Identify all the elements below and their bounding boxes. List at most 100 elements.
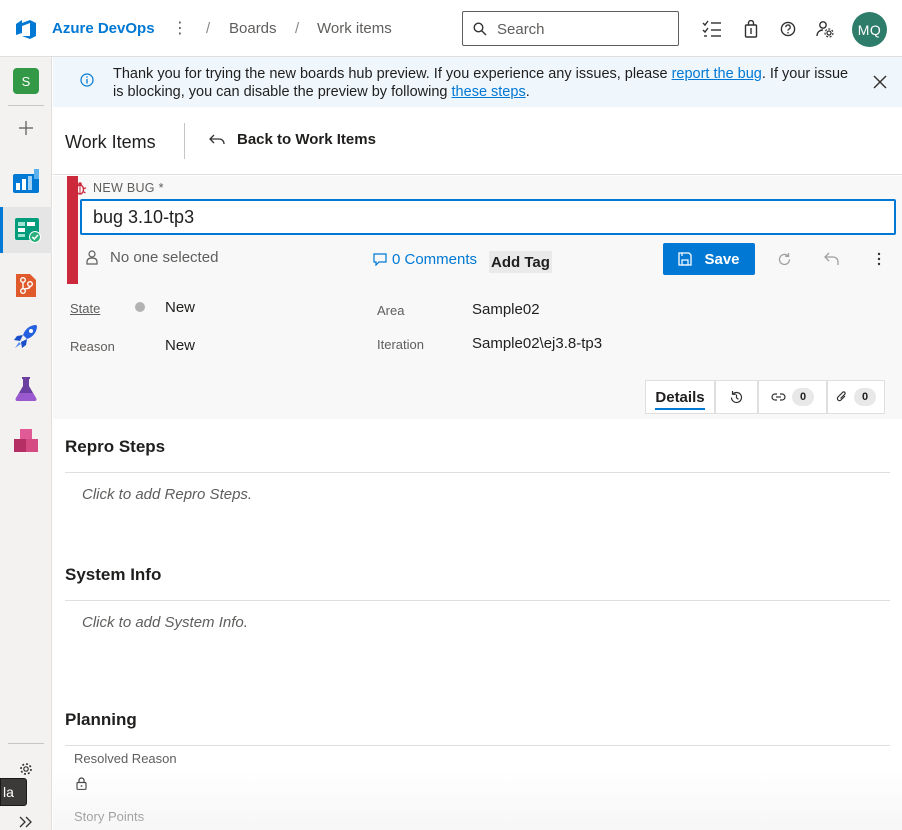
close-icon[interactable] [870,72,890,92]
task-list-icon[interactable] [701,18,723,40]
attachments-count-badge: 0 [854,388,876,406]
save-button[interactable]: Save [663,243,755,275]
breadcrumb-separator: / [206,20,211,37]
scroll-fade [53,770,902,830]
state-indicator [135,302,145,312]
marketplace-bag-icon[interactable] [740,18,762,40]
system-info-heading: System Info [65,565,162,584]
pipelines-icon [14,325,37,348]
these-steps-link[interactable]: these steps [452,84,526,100]
work-item-type: NEW BUG * [73,181,164,195]
area-label: Area [377,303,405,318]
brand-name[interactable]: Azure DevOps [52,20,155,37]
pipelines-nav-item[interactable] [0,315,52,359]
header-divider [184,123,185,159]
form-tabs: Details 0 0 [645,380,885,414]
user-avatar[interactable]: MQ [852,12,887,47]
gear-icon [20,763,32,775]
azure-devops-logo-icon[interactable] [14,17,38,41]
iteration-field[interactable]: Sample02\ej3.8-tp3 [472,335,602,352]
help-icon[interactable] [777,18,799,40]
person-icon [86,250,98,265]
tab-history[interactable] [715,380,758,414]
expand-rail-button[interactable] [0,802,52,830]
tab-details[interactable]: Details [645,380,715,414]
info-icon [80,73,94,87]
boards-nav-item[interactable] [0,207,52,253]
report-bug-link[interactable]: report the bug [672,66,762,82]
breadcrumb-separator: / [295,20,300,37]
history-icon [730,390,743,403]
page-header: Work Items Back to Work Items [53,107,902,175]
paperclip-icon [836,391,846,402]
section-divider [65,745,890,746]
system-info-editor[interactable]: Click to add System Info. [82,614,248,631]
artifacts-icon [14,429,38,452]
breadcrumb-boards[interactable]: Boards [229,20,277,37]
comments-link[interactable]: 0 Comments [373,251,477,268]
project-avatar: S [13,68,39,94]
undo-icon [823,252,839,265]
more-options-icon[interactable]: ⋮ [172,18,188,38]
repro-steps-heading: Repro Steps [65,437,166,456]
refresh-icon [778,252,790,265]
tab-attachments[interactable]: 0 [827,380,885,414]
page-title: Work Items [65,132,156,152]
add-tag-button[interactable]: Add Tag [489,251,552,273]
overview-icon [13,169,39,193]
reason-label: Reason [70,339,115,354]
banner-message: Thank you for trying the new boards hub … [113,65,853,101]
search-icon [473,22,487,36]
link-icon [771,393,786,401]
area-field[interactable]: Sample02 [472,301,540,318]
resolved-reason-label: Resolved Reason [74,751,177,766]
repos-icon [16,274,36,297]
top-bar: Azure DevOps ⋮ / Boards / Work items Sea… [0,0,902,57]
links-count-badge: 0 [792,388,814,406]
banner-text: . [525,84,530,100]
section-divider [65,472,890,473]
tab-links[interactable]: 0 [758,380,827,414]
undo-button[interactable] [822,250,840,268]
state-dropdown[interactable]: New [165,299,195,316]
assigned-to-field[interactable]: No one selected [86,249,218,266]
user-settings-icon[interactable] [814,18,836,40]
more-vertical-icon [877,252,881,266]
back-to-work-items-button[interactable]: Back to Work Items [209,131,376,148]
work-item-title-input[interactable] [80,199,896,235]
bug-icon [73,182,87,195]
double-chevron-right-icon [19,816,32,828]
back-label: Back to Work Items [237,131,376,148]
repos-nav-item[interactable] [0,263,52,307]
boards-icon [14,218,41,243]
left-navigation-rail: S [0,57,52,830]
comment-icon [373,253,387,266]
repro-steps-editor[interactable]: Click to add Repro Steps. [82,486,252,503]
work-item-type-label: NEW BUG * [93,181,164,195]
rail-divider [8,743,44,744]
plus-icon [19,121,33,135]
save-label: Save [704,250,740,268]
artifacts-nav-item[interactable] [0,419,52,463]
state-label: State [70,301,101,316]
test-plans-flask-icon [15,377,37,401]
lock-icon [76,777,87,790]
refresh-button[interactable] [775,250,793,268]
overview-nav-item[interactable] [0,159,52,203]
breadcrumb-work-items[interactable]: Work items [317,20,392,37]
banner-text: Thank you for trying the new boards hub … [113,66,672,82]
save-disk-icon [678,252,693,266]
more-actions-button[interactable] [870,250,888,268]
planning-heading: Planning [65,710,137,729]
preview-info-banner: Thank you for trying the new boards hub … [53,57,902,107]
project-switcher[interactable]: S [0,59,52,103]
back-arrow-icon [209,134,225,144]
search-input[interactable] [497,19,667,39]
comments-count: 0 Comments [392,251,478,268]
test-plans-nav-item[interactable] [0,367,52,411]
iteration-label: Iteration [377,337,424,352]
new-item-button[interactable] [0,106,52,150]
reason-dropdown[interactable]: New [165,337,195,354]
section-divider [65,600,890,601]
search-box[interactable] [462,11,679,46]
